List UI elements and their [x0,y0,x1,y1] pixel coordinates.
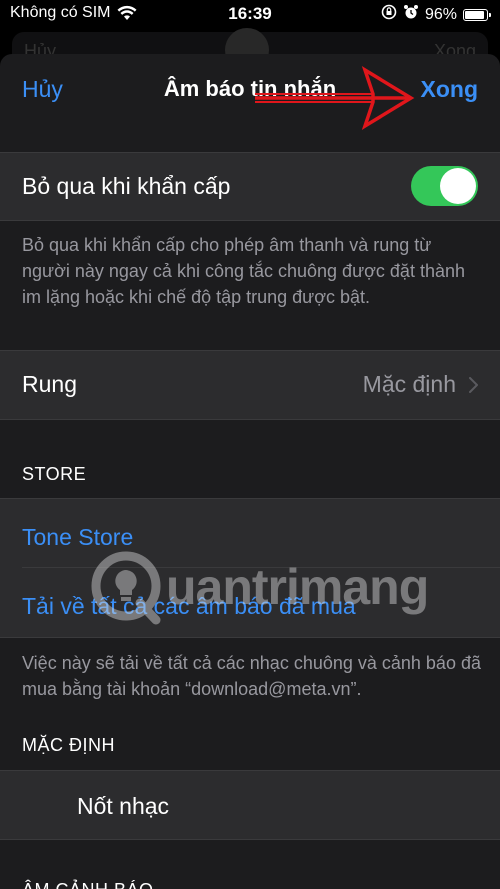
store-section-header: STORE [22,464,87,484]
watermark-logo-icon [91,551,161,625]
settings-sheet: Hủy Âm báo tin nhắn Xong Bỏ qua khi khẩn… [0,54,500,889]
store-footer: Việc này sẽ tải về tất cả các nhạc chuôn… [22,653,481,699]
alarm-icon [403,4,419,25]
done-button[interactable]: Xong [421,76,479,103]
toggle-knob [440,168,476,204]
emergency-bypass-label: Bỏ qua khi khẩn cấp [22,173,231,199]
navigation-bar: Hủy Âm báo tin nhắn Xong [0,54,500,130]
vibration-value: Mặc định [362,371,456,397]
emergency-bypass-row: Bỏ qua khi khẩn cấp [0,152,500,220]
phone-screen: Không có SIM 16:39 96% Hủy Xong Hủy Âm b… [0,0,500,889]
divider [0,637,500,638]
default-group: Nốt nhạc [0,771,500,839]
status-right: 96% [381,4,491,25]
divider [0,419,500,420]
orientation-lock-icon [381,4,397,25]
divider [0,839,500,840]
default-section-header: MẶC ĐỊNH [22,735,115,755]
watermark-text: uantrimang [166,559,429,615]
vibration-row[interactable]: Rung Mặc định [0,351,500,419]
divider [0,220,500,221]
emergency-bypass-footer: Bỏ qua khi khẩn cấp cho phép âm thanh và… [22,235,465,307]
battery-icon [463,8,491,21]
battery-percent: 96% [424,5,457,23]
annotation-arrow-icon [255,66,415,130]
chevron-right-icon [469,377,478,393]
emergency-bypass-toggle[interactable] [411,166,478,206]
tone-store-link[interactable]: Tone Store [22,524,133,551]
vibration-group: Rung Mặc định [0,351,500,419]
alert-tones-section-header: ÂM CẢNH BÁO [22,880,154,889]
watermark: uantrimang [88,548,448,628]
default-tone-label: Nốt nhạc [77,793,170,819]
emergency-bypass-group: Bỏ qua khi khẩn cấp [0,152,500,220]
status-bar: Không có SIM 16:39 96% [0,0,500,28]
vibration-label: Rung [22,371,77,397]
divider [0,152,500,153]
default-tone-row[interactable]: Nốt nhạc [0,771,500,839]
